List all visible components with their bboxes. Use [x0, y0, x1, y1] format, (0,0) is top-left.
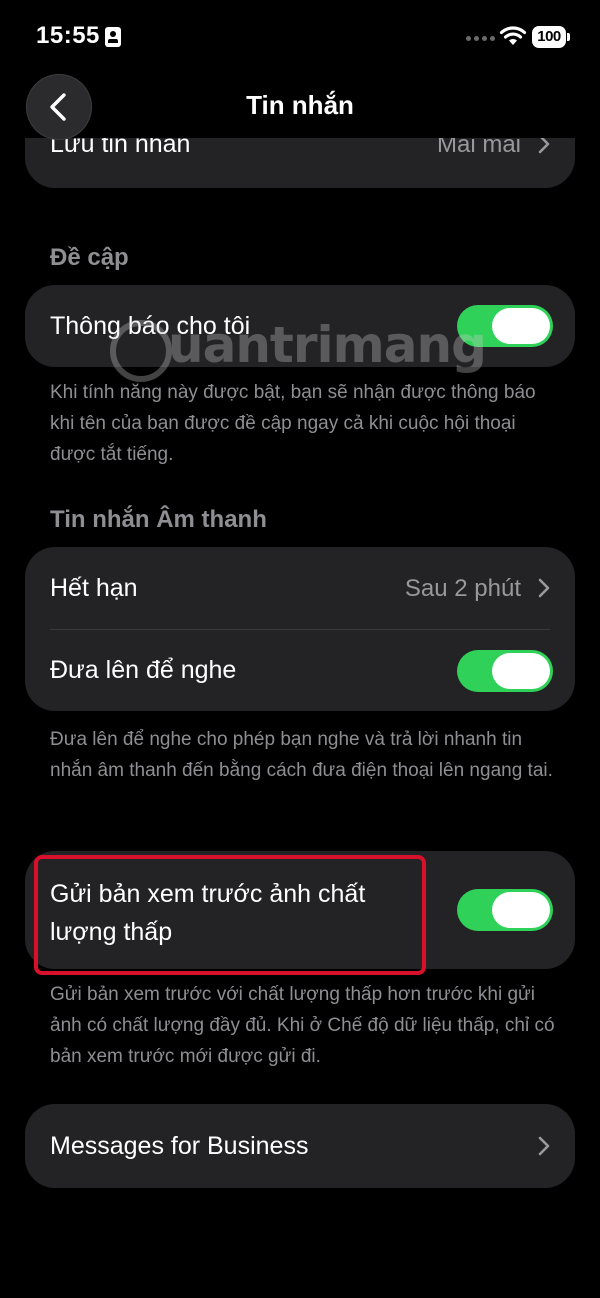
audio-messages-header: Tin nhắn Âm thanh	[50, 506, 267, 533]
chevron-right-icon	[538, 1136, 550, 1156]
business-label: Messages for Business	[50, 1132, 309, 1160]
raise-to-listen-toggle[interactable]	[457, 650, 553, 692]
business-row[interactable]: Messages for Business	[25, 1104, 575, 1188]
business-card: Messages for Business	[25, 1104, 575, 1188]
chevron-right-icon	[538, 578, 550, 598]
contact-card-icon	[105, 27, 121, 47]
notify-me-label: Thông báo cho tôi	[50, 312, 251, 340]
cellular-signal-icon	[466, 36, 495, 41]
battery-tip	[567, 33, 570, 41]
page-title: Tin nhắn	[246, 90, 354, 120]
highlight-box	[34, 855, 426, 975]
mentions-header: Đề cập	[50, 244, 129, 271]
notify-me-row: Thông báo cho tôi	[25, 285, 575, 367]
status-time: 15:55	[36, 22, 100, 49]
wifi-icon	[499, 26, 527, 45]
expire-label: Hết hạn	[50, 574, 138, 602]
audio-messages-card: Hết hạn Sau 2 phút Đưa lên để nghe	[25, 547, 575, 711]
notify-me-toggle[interactable]	[457, 305, 553, 347]
mentions-footnote: Khi tính năng này được bật, bạn sẽ nhận …	[50, 382, 536, 465]
raise-to-listen-row: Đưa lên để nghe	[25, 630, 575, 711]
battery-icon: 100	[532, 26, 566, 48]
low-quality-toggle[interactable]	[457, 889, 553, 931]
raise-to-listen-label: Đưa lên để nghe	[50, 656, 237, 684]
audio-messages-footnote: Đưa lên để nghe cho phép bạn nghe và trả…	[50, 729, 553, 781]
mentions-card: Thông báo cho tôi	[25, 285, 575, 367]
expire-value: Sau 2 phút	[404, 575, 521, 602]
low-quality-footnote: Gửi bản xem trước với chất lượng thấp hơ…	[50, 984, 555, 1067]
expire-row[interactable]: Hết hạn Sau 2 phút	[25, 547, 575, 629]
